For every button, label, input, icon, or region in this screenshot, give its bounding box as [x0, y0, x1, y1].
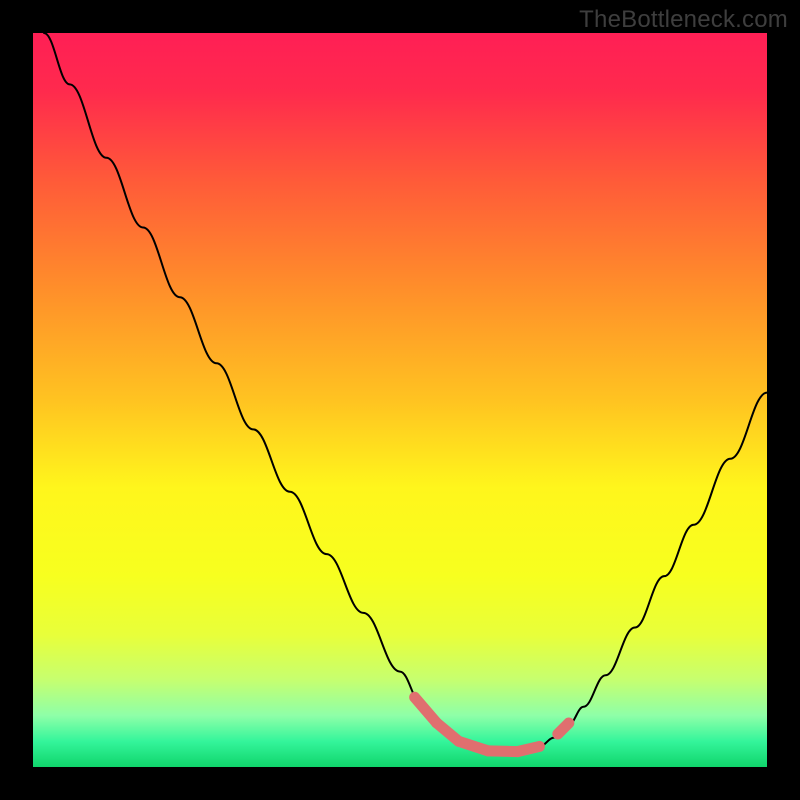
plot-area — [33, 33, 767, 767]
watermark-text: TheBottleneck.com — [579, 6, 788, 34]
gradient-background — [33, 33, 767, 767]
chart-frame: TheBottleneck.com — [0, 0, 800, 800]
chart-svg — [33, 33, 767, 767]
